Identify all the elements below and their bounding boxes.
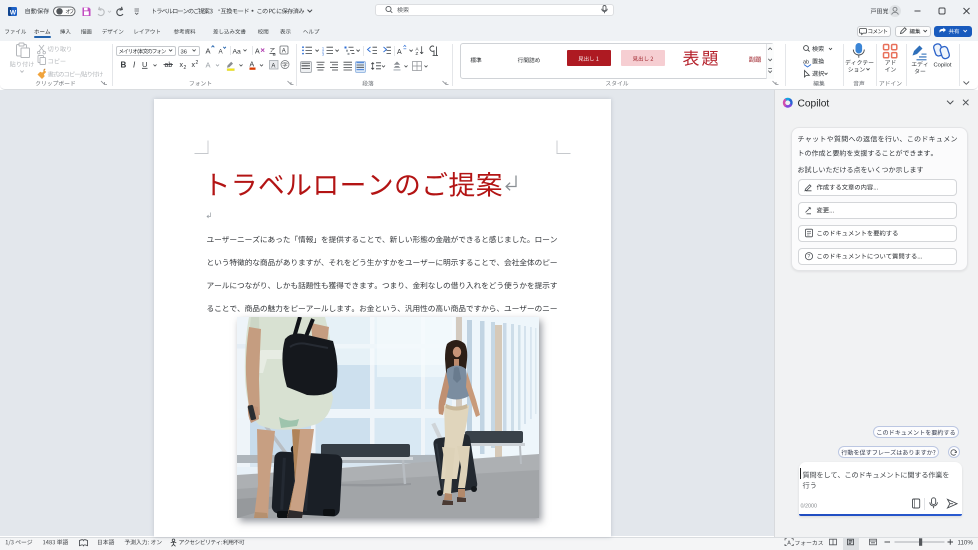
svg-text:A: A: [206, 47, 211, 56]
svg-text:U: U: [142, 60, 147, 69]
svg-text:ab: ab: [165, 62, 173, 69]
svg-text:I: I: [133, 61, 136, 70]
svg-text:...: ...: [829, 208, 834, 215]
svg-text:0/2000: 0/2000: [801, 503, 818, 509]
svg-text:W: W: [10, 9, 17, 16]
svg-text:2: 2: [196, 60, 199, 66]
svg-text:36: 36: [181, 49, 187, 55]
svg-text:A: A: [219, 49, 224, 56]
svg-text:...: ...: [873, 185, 878, 192]
svg-text:A: A: [397, 49, 402, 56]
svg-text:...: ...: [917, 254, 922, 261]
svg-text:A: A: [255, 49, 260, 56]
svg-text:110%: 110%: [958, 540, 974, 547]
svg-text:B: B: [121, 61, 127, 70]
svg-text:A: A: [282, 49, 286, 55]
svg-text:2: 2: [184, 65, 187, 71]
svg-text:A: A: [206, 61, 211, 70]
svg-text:ab: ab: [803, 60, 809, 66]
svg-text:?: ?: [807, 254, 810, 260]
svg-text:A: A: [787, 541, 791, 547]
svg-text:Copilot: Copilot: [933, 63, 951, 69]
svg-text:3: 3: [322, 53, 324, 57]
svg-text:A: A: [271, 63, 275, 69]
svg-text:Z: Z: [416, 51, 419, 56]
svg-text:Aa: Aa: [233, 49, 242, 56]
svg-text:Copilot: Copilot: [798, 98, 830, 109]
svg-text:A: A: [250, 62, 255, 69]
